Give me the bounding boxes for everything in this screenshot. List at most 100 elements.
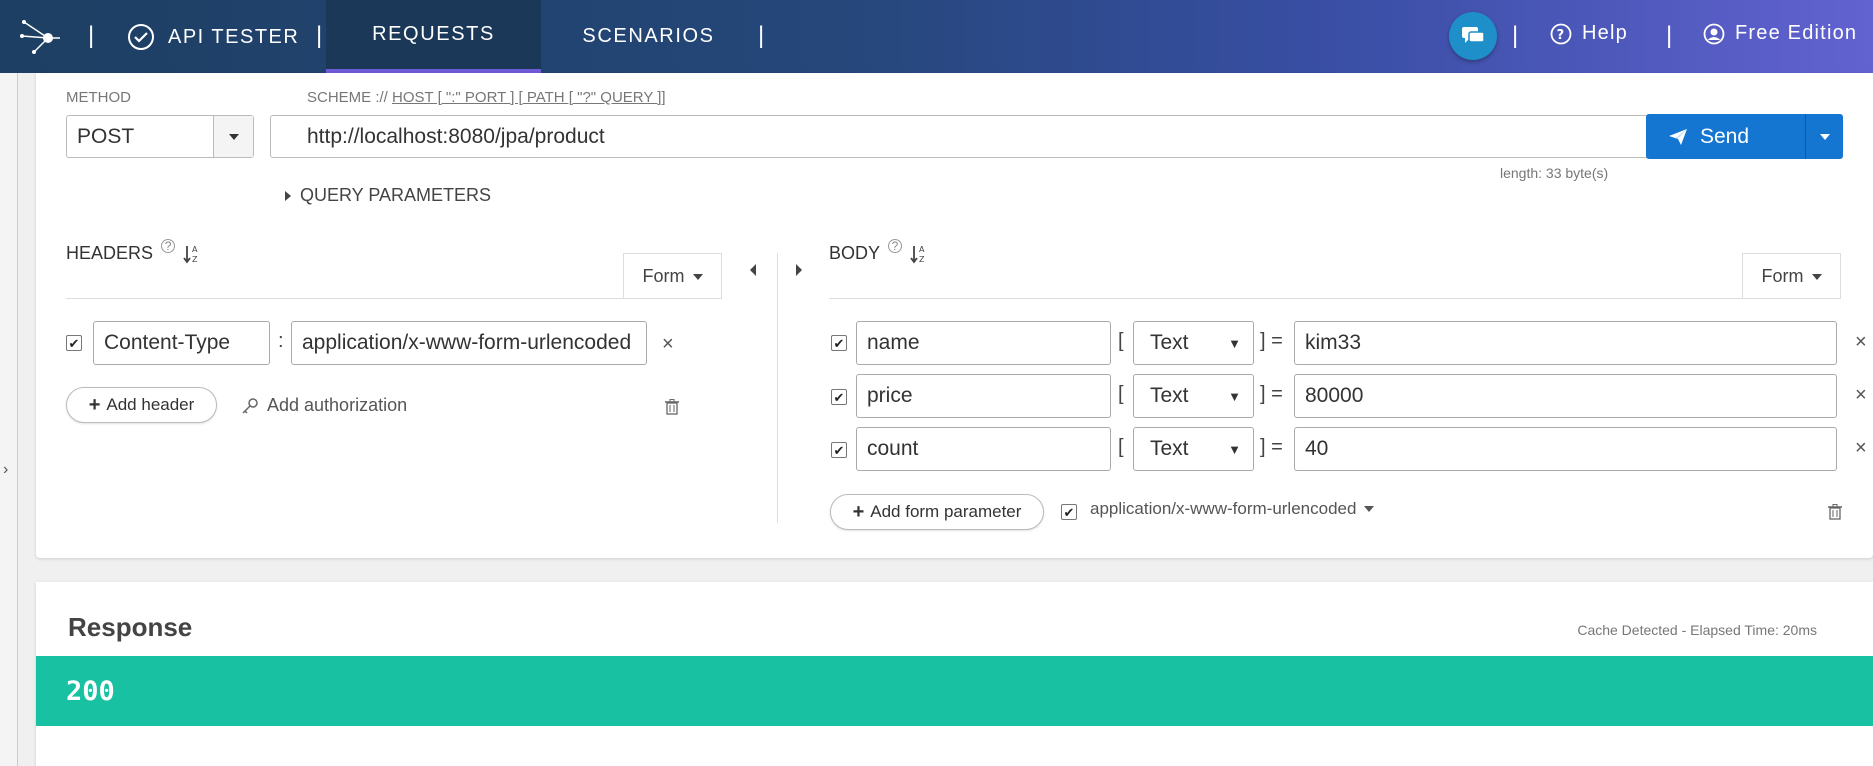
chevron-down-icon [692,273,703,280]
tab-requests[interactable]: REQUESTS [326,0,541,73]
content-type-value: application/x-www-form-urlencoded [1090,499,1357,518]
body-param-checkbox[interactable]: ✔ [831,335,847,351]
help-circle-icon: ? [1550,23,1572,44]
edition-link[interactable]: Free Edition [1703,22,1857,45]
param-type-select[interactable]: Text ▼ [1133,427,1254,471]
chevron-down-icon [1364,506,1375,512]
response-panel: Response Cache Detected - Elapsed Time: … [36,582,1873,766]
bracket-open: [ [1118,383,1124,405]
param-value-input[interactable]: 40 [1294,427,1837,471]
help-icon[interactable]: ? [161,238,176,253]
chevron-down-icon[interactable] [213,116,253,157]
dropdown-arrow-icon: ▼ [1228,388,1241,404]
plus-icon: + [852,500,865,523]
param-value-input[interactable]: kim33 [1294,321,1837,365]
tab-scenarios[interactable]: SCENARIOS [541,0,756,73]
key-icon [242,397,258,414]
divider [829,298,1841,299]
headers-form-button[interactable]: Form [623,253,722,299]
header-checkbox[interactable]: ✔ [66,335,82,351]
chevron-right-icon[interactable]: › [3,461,8,479]
trash-icon[interactable] [665,399,679,415]
trash-icon[interactable] [1828,504,1842,520]
nav-separator: | [316,22,323,49]
top-navigation-bar: | API TESTER | REQUESTS SCENARIOS | | ? … [0,0,1873,73]
edition-label: Free Edition [1735,22,1858,44]
help-icon[interactable]: ? [888,238,903,253]
body-param-checkbox[interactable]: ✔ [831,389,847,405]
nav-separator: | [758,22,765,49]
paper-plane-icon [1669,128,1687,145]
sort-az-icon[interactable]: A Z [183,244,201,264]
status-bar: 200 [36,656,1873,726]
bracket-open: [ [1118,436,1124,458]
send-options-button[interactable] [1805,114,1843,159]
add-form-parameter-label: Add form parameter [870,502,1022,521]
dropdown-arrow-icon: ▼ [1228,335,1241,351]
help-label: Help [1582,22,1628,44]
param-name-input[interactable]: price [856,374,1111,418]
bracket-close-equals: ] = [1260,330,1283,352]
collapse-left-icon[interactable] [748,263,758,277]
header-name-input[interactable]: Content-Type [93,321,270,365]
logo-icon[interactable] [20,16,62,56]
dropdown-arrow-icon: ▼ [1228,441,1241,457]
send-main[interactable]: Send [1646,114,1805,159]
content-type-checkbox[interactable]: ✔ [1061,504,1077,520]
method-select[interactable]: POST [66,115,254,158]
add-authorization-link[interactable]: Add authorization [241,395,407,416]
close-icon[interactable]: × [1855,331,1867,354]
chevron-down-icon [1819,133,1830,140]
headers-form-label: Form [642,266,685,286]
add-form-parameter-button[interactable]: + Add form parameter [830,494,1044,530]
body-form-label: Form [1761,266,1804,286]
method-value: POST [77,124,135,148]
scheme-hint-prefix: SCHEME :// [307,89,393,106]
status-code: 200 [66,676,115,707]
param-value-input[interactable]: 80000 [1294,374,1837,418]
left-rail[interactable]: › [0,73,18,766]
collapse-right-icon[interactable] [794,263,804,277]
query-parameters-toggle[interactable]: QUERY PARAMETERS [284,185,491,206]
param-type-select[interactable]: Text ▼ [1133,374,1254,418]
help-link[interactable]: ? Help [1550,22,1628,45]
headers-title: HEADERS ? A Z [66,238,201,264]
add-header-label: Add header [106,395,195,414]
sort-az-icon[interactable]: A Z [910,244,928,264]
nav-separator: | [1512,22,1519,49]
param-type-value: Text [1150,331,1189,354]
close-icon[interactable]: × [662,333,674,356]
panel-splitter[interactable] [777,253,778,523]
add-header-button[interactable]: + Add header [66,387,217,423]
close-icon[interactable]: × [1855,384,1867,407]
param-type-select[interactable]: Text ▼ [1133,321,1254,365]
query-parameters-label: QUERY PARAMETERS [300,185,492,205]
header-value-input[interactable]: application/x-www-form-urlencoded [291,321,647,365]
param-type-value: Text [1150,384,1189,407]
brand-label: API TESTER [168,25,300,48]
add-authorization-label: Add authorization [267,395,408,415]
svg-text:Z: Z [192,255,198,264]
close-icon[interactable]: × [1855,437,1867,460]
bracket-open: [ [1118,330,1124,352]
svg-text:A: A [192,245,198,254]
nav-separator: | [88,22,95,49]
content-type-select[interactable]: application/x-www-form-urlencoded [1090,499,1375,519]
param-name-input[interactable]: name [856,321,1111,365]
url-input[interactable]: http://localhost:8080/jpa/product [270,115,1664,158]
body-form-button[interactable]: Form [1742,253,1841,299]
plus-icon: + [88,393,101,416]
svg-text:A: A [919,245,925,254]
caret-right-icon [285,190,291,201]
scheme-hint-link[interactable]: HOST [ ":" PORT ] [ PATH [ "?" QUERY ]] [392,89,666,106]
method-label: METHOD [66,89,131,106]
param-name-input[interactable]: count [856,427,1111,471]
chat-button[interactable] [1449,12,1497,60]
bracket-close-equals: ] = [1260,383,1283,405]
brand[interactable]: API TESTER [126,22,299,52]
send-button[interactable]: Send [1646,114,1843,159]
param-type-value: Text [1150,437,1189,460]
body-param-checkbox[interactable]: ✔ [831,442,847,458]
divider [66,298,722,299]
response-meta: Cache Detected - Elapsed Time: 20ms [1577,622,1817,638]
